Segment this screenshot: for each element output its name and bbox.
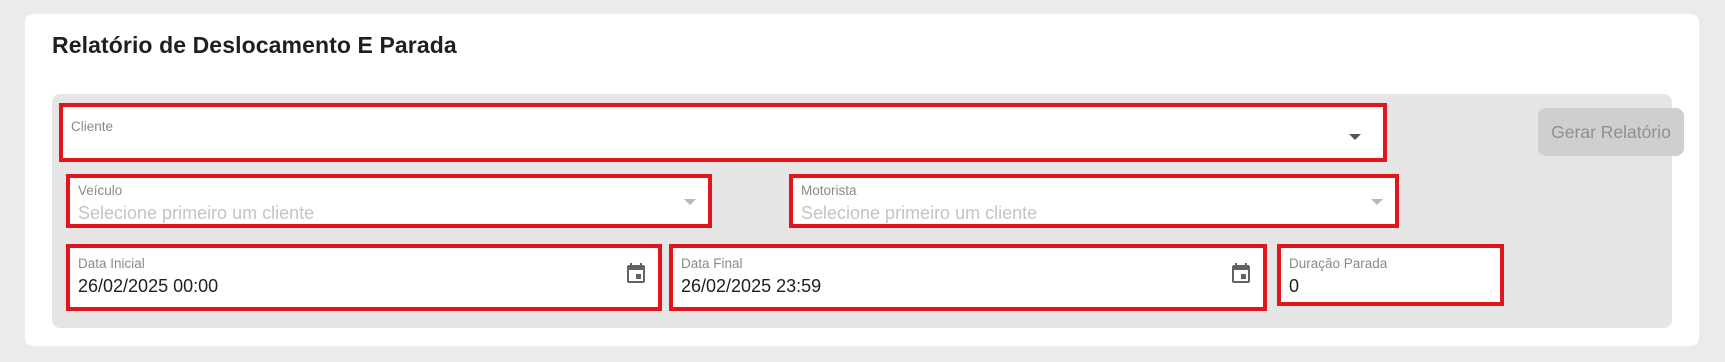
motorista-label: Motorista (801, 183, 857, 198)
cliente-label: Cliente (71, 119, 114, 134)
motorista-placeholder: Selecione primeiro um cliente (801, 203, 1038, 223)
veiculo-placeholder: Selecione primeiro um cliente (78, 203, 315, 223)
report-card: Relatório de Deslocamento E Parada Clien… (25, 14, 1699, 346)
veiculo-select[interactable]: Veículo Selecione primeiro um cliente (66, 174, 712, 228)
data-final-field[interactable]: Data Final 26/02/2025 23:59 (669, 244, 1267, 311)
veiculo-label: Veículo (78, 183, 123, 198)
motorista-select[interactable]: Motorista Selecione primeiro um cliente (789, 174, 1399, 228)
data-inicial-value: 26/02/2025 00:00 (78, 276, 219, 296)
chevron-down-icon[interactable] (684, 199, 696, 205)
generate-report-button[interactable]: Gerar Relatório (1538, 108, 1684, 156)
duracao-parada-field[interactable]: Duração Parada 0 (1277, 244, 1504, 306)
data-inicial-label: Data Inicial (78, 256, 145, 271)
cliente-select[interactable]: Cliente (59, 103, 1387, 162)
chevron-down-icon[interactable] (1371, 199, 1383, 205)
data-final-label: Data Final (681, 256, 743, 271)
data-final-value: 26/02/2025 23:59 (681, 276, 822, 296)
calendar-icon[interactable] (1229, 262, 1253, 286)
data-inicial-field[interactable]: Data Inicial 26/02/2025 00:00 (66, 244, 662, 311)
filter-form: Cliente Gerar Relatório Veículo Selecion… (52, 94, 1684, 328)
duracao-parada-label: Duração Parada (1289, 256, 1388, 271)
chevron-down-icon[interactable] (1349, 134, 1361, 140)
calendar-icon[interactable] (624, 262, 648, 286)
duracao-parada-value: 0 (1289, 276, 1300, 296)
page-title: Relatório de Deslocamento E Parada (52, 32, 457, 58)
